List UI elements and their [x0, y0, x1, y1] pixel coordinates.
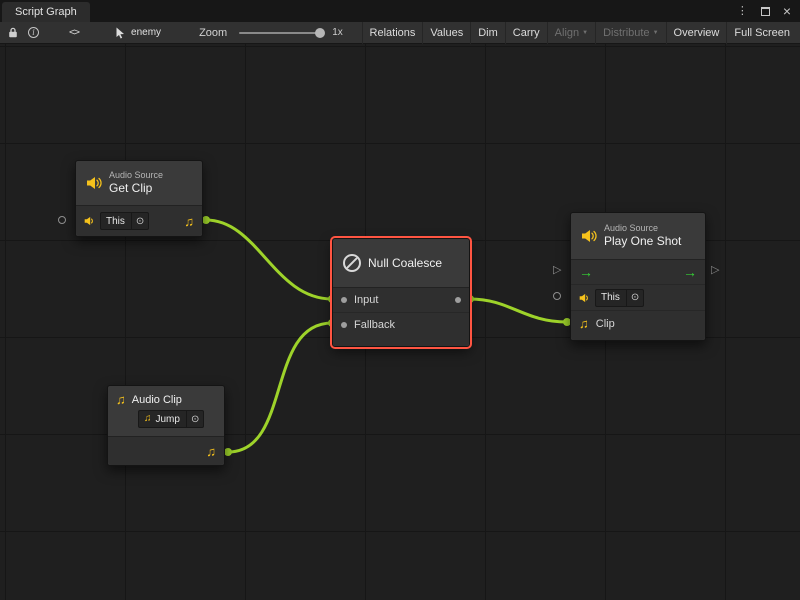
zoom-label: Zoom	[199, 27, 227, 39]
tab-title: Script Graph	[15, 6, 77, 18]
port-audioclip-output[interactable]	[224, 448, 232, 456]
node-category: Audio Source	[604, 223, 681, 234]
script-graph-window: Script Graph ⋮ × i <> enemy Zoom	[0, 0, 800, 600]
port-playoneshot-flow-out[interactable]: ▷	[711, 265, 719, 276]
audio-clip-port-icon: ♫	[184, 215, 194, 228]
wire-getclip-to-input[interactable]	[206, 220, 332, 299]
toolbar-button-align[interactable]: Align▼	[547, 22, 595, 44]
audio-source-icon	[86, 176, 102, 190]
node-get-clip[interactable]: Audio Source Get Clip This ⊙ ♫	[75, 160, 203, 237]
object-picker-icon[interactable]: ⊙	[186, 411, 203, 427]
toolbar-button-fullscreen[interactable]: Full Screen	[726, 22, 800, 44]
target-object-dropdown[interactable]: This ⊙	[595, 289, 644, 307]
port-label-clip: Clip	[596, 318, 615, 330]
flow-in-arrow-icon[interactable]: →	[579, 265, 593, 279]
graph-owner-button[interactable]: enemy	[115, 27, 161, 39]
node-null-coalesce-header: Null Coalesce	[333, 239, 469, 287]
title-bar: Script Graph ⋮ ×	[0, 0, 800, 22]
input-port-dot[interactable]	[341, 297, 347, 303]
audio-source-icon	[581, 229, 597, 243]
output-port-dot[interactable]	[455, 297, 461, 303]
audio-clip-value-dropdown[interactable]: ♫ Jump ⊙	[138, 410, 204, 428]
audio-source-icon-small	[84, 216, 95, 226]
toolbar-button-overview[interactable]: Overview	[666, 22, 727, 44]
toolbar-button-carry[interactable]: Carry	[505, 22, 547, 44]
node-audio-clip-header: ♫ Audio Clip ♫ Jump ⊙	[108, 386, 224, 436]
toolbar-button-values[interactable]: Values	[422, 22, 470, 44]
audio-source-icon-small	[579, 293, 590, 303]
toolbar-button-dim[interactable]: Dim	[470, 22, 505, 44]
zoom-value: 1x	[332, 27, 343, 38]
object-picker-icon[interactable]: ⊙	[131, 213, 148, 229]
dropdown-caret-icon: ▼	[653, 30, 659, 36]
port-label-input: Input	[354, 294, 378, 306]
code-icon[interactable]: <>	[69, 22, 79, 44]
node-title: Get Clip	[109, 181, 163, 196]
window-controls: ⋮ ×	[737, 0, 800, 22]
port-playoneshot-target-input[interactable]	[553, 292, 561, 300]
graph-toolbar: i <> enemy Zoom 1x Relations Values Dim …	[0, 22, 800, 44]
maximize-icon[interactable]	[761, 7, 770, 16]
node-title: Null Coalesce	[368, 256, 442, 270]
node-audio-clip[interactable]: ♫ Audio Clip ♫ Jump ⊙ ♫	[107, 385, 225, 466]
node-title: Play One Shot	[604, 234, 681, 249]
dropdown-caret-icon: ▼	[582, 30, 588, 36]
toolbar-button-distribute[interactable]: Distribute▼	[595, 22, 665, 44]
object-picker-icon[interactable]: ⊙	[626, 290, 643, 306]
graph-canvas[interactable]: ▷ ▷ Audio Source Get Clip	[0, 44, 800, 600]
node-category: Audio Source	[109, 170, 163, 181]
target-object-dropdown[interactable]: This ⊙	[100, 212, 149, 230]
audio-clip-output-icon: ♫	[206, 445, 216, 458]
lock-icon[interactable]	[8, 22, 18, 44]
node-play-one-shot[interactable]: Audio Source Play One Shot → → This	[570, 212, 706, 341]
graph-owner-label: enemy	[131, 27, 161, 38]
zoom-slider[interactable]	[239, 32, 323, 34]
node-null-coalesce[interactable]: Null Coalesce Input Fallback	[332, 238, 470, 347]
flow-out-arrow-icon[interactable]: →	[683, 265, 697, 279]
cursor-icon	[115, 27, 126, 39]
note-icon-small: ♫	[144, 414, 152, 424]
audio-clip-icon: ♫	[116, 393, 126, 406]
port-getclip-target-input[interactable]	[58, 216, 66, 224]
wire-nullcoalesce-to-clip[interactable]	[470, 299, 567, 322]
wire-audioclip-to-fallback[interactable]	[228, 323, 332, 452]
close-icon[interactable]: ×	[783, 4, 791, 18]
node-play-one-shot-header: Audio Source Play One Shot	[571, 213, 705, 259]
null-coalesce-icon	[343, 254, 361, 272]
node-title: Audio Clip	[132, 394, 182, 406]
fallback-port-dot[interactable]	[341, 322, 347, 328]
clip-port-icon: ♫	[579, 317, 589, 330]
toolbar-button-relations[interactable]: Relations	[362, 22, 423, 44]
port-getclip-output[interactable]	[202, 216, 210, 224]
port-label-fallback: Fallback	[354, 319, 395, 331]
zoom-slider-handle[interactable]	[315, 28, 325, 38]
info-icon[interactable]: i	[28, 22, 39, 44]
menu-icon[interactable]: ⋮	[737, 6, 748, 17]
port-playoneshot-flow-in[interactable]: ▷	[553, 265, 561, 276]
tab-script-graph[interactable]: Script Graph	[2, 2, 90, 22]
node-get-clip-header: Audio Source Get Clip	[76, 161, 202, 205]
